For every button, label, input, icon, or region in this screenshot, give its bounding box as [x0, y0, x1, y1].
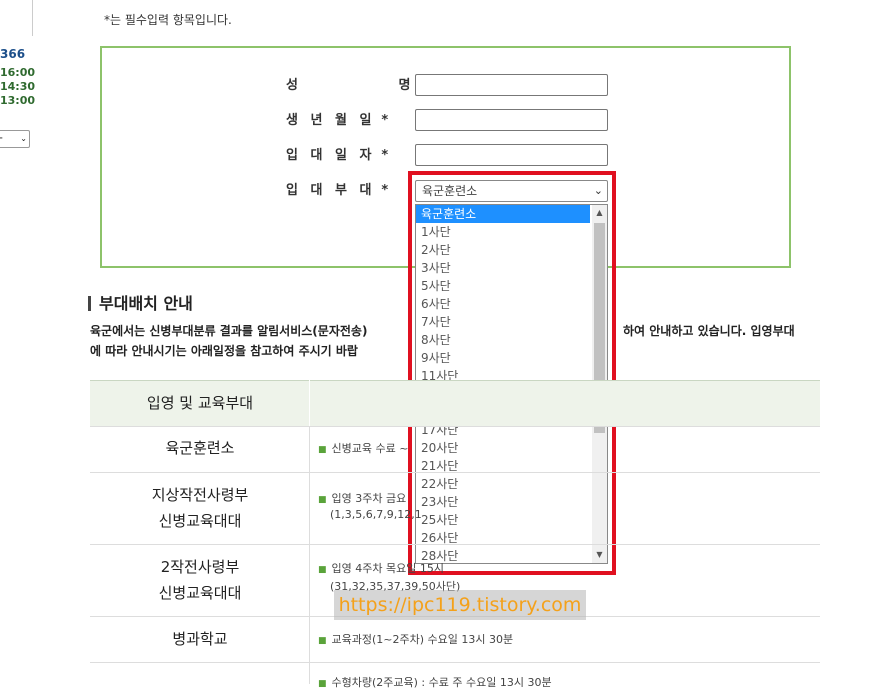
table-row-unit-name: 2작전사령부 [160, 558, 240, 576]
bullet-icon: ■ [318, 636, 327, 646]
schedule-text: 입영 4주차 목요일 15시 [331, 562, 444, 575]
bullet-icon: ■ [318, 445, 327, 455]
schedule-text: 신병교육 수료 ~ [331, 442, 409, 455]
table-row-schedule: ■ 신병교육 수료 ~ [318, 440, 408, 456]
schedule-text: 교육과정(1~2주차) 수요일 13시 30분 [331, 633, 514, 646]
required-mark: * [381, 148, 389, 163]
table-row-schedule: ■ 입영 4주차 목요일 15시 [318, 560, 444, 576]
label-enlist-date-text: 입 대 일 자 [286, 148, 376, 163]
row-divider [90, 662, 820, 663]
table-row-schedule: ■ 교육과정(1~2주차) 수요일 13시 30분 [318, 631, 513, 647]
label-birthdate-text: 생 년 월 일 [286, 113, 376, 128]
section-desc-line1-right: 하여 안내하고 있습니다. 입영부대 [623, 324, 795, 338]
title-bar-marker [88, 296, 91, 311]
left-time-3: 13:00 [0, 94, 36, 107]
label-birthdate: 생 년 월 일 * [286, 109, 388, 128]
left-sidebar-fragment: 366 16:00 14:30 13:00 + ⌄ [0, 0, 36, 684]
label-enlist-unit: 입 대 부 대 * [286, 179, 388, 198]
section-desc-line1-left: 육군에서는 신병부대분류 결과를 알림서비스(문자전송) [90, 324, 368, 338]
left-time-1: 16:00 [0, 66, 36, 79]
label-enlist-unit-text: 입 대 부 대 [286, 183, 376, 198]
table-row-schedule: ■ 입영 3주차 금요 [318, 490, 406, 506]
section-title: 부대배치 안내 [88, 290, 193, 314]
table-row-unit-name-sub: 신병교육대대 [158, 584, 242, 602]
required-mark: * [381, 183, 389, 198]
enlist-date-input[interactable] [415, 144, 608, 166]
schedule-text: 수형차량(2주교육) : 수료 주 수요일 13시 30분 [331, 676, 552, 689]
left-count: 366 [0, 47, 26, 61]
row-divider [90, 472, 820, 473]
birthdate-input[interactable] [415, 109, 608, 131]
table-row-unit-name: 지상작전사령부 [151, 486, 249, 504]
table-row-unit-name-sub: 신병교육대대 [158, 512, 242, 530]
left-select-text: + [0, 133, 3, 144]
required-note: *는 필수입력 항목입니다. [104, 13, 232, 27]
left-time-2: 14:30 [0, 80, 36, 93]
row-divider [90, 544, 820, 545]
required-mark: * [381, 113, 389, 128]
label-enlist-date: 입 대 일 자 * [286, 144, 388, 163]
header-divider [309, 380, 310, 426]
bullet-icon: ■ [318, 565, 327, 575]
table-header-label: 입영 및 교육부대 [146, 394, 254, 412]
schedule-detail: (1,3,5,6,7,9,12,1 [330, 508, 422, 521]
left-select[interactable]: + ⌄ [0, 130, 30, 148]
highlight-frame [408, 171, 616, 575]
divider [32, 0, 33, 36]
section-title-text: 부대배치 안내 [99, 294, 193, 313]
table-row-unit-name: 육군훈련소 [165, 439, 235, 457]
table-row-unit-name: 병과학교 [172, 630, 228, 648]
bullet-icon: ■ [318, 495, 327, 505]
schedule-text: 입영 3주차 금요 [331, 492, 407, 505]
chevron-down-icon: ⌄ [20, 134, 27, 143]
table-row-schedule: ■ 수형차량(2주교육) : 수료 주 수요일 13시 30분 [318, 674, 552, 690]
name-input[interactable] [415, 74, 608, 96]
watermark: https://ipc119.tistory.com [334, 590, 586, 620]
bullet-icon: ■ [318, 679, 327, 689]
section-desc-line2: 에 따라 안내시기는 아래일정을 참고하여 주시기 바랍 [90, 344, 358, 358]
row-divider [90, 426, 820, 427]
